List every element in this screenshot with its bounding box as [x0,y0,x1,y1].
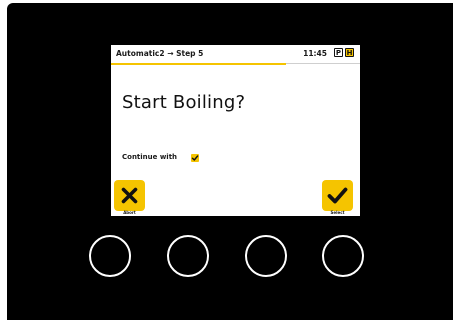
clock: 11:45 [303,49,327,58]
dialog-question: Start Boiling? [122,92,246,113]
close-icon [121,187,138,204]
hardware-button-1[interactable] [89,235,131,277]
select-label: Select [330,210,345,215]
mode-p-badge: P [334,48,343,57]
display-screen: Automatic2 → Step 5 11:45 P H Start Boil… [111,45,360,216]
hardware-button-2[interactable] [167,235,209,277]
breadcrumb: Automatic2 → Step 5 [116,49,204,58]
continue-checkbox[interactable] [191,154,199,162]
check-icon [327,187,348,204]
hardware-button-3[interactable] [245,235,287,277]
continue-option-label: Continue with [122,153,178,161]
abort-label: Abort [123,210,136,215]
select-button[interactable] [322,180,353,211]
abort-button[interactable] [114,180,145,211]
hardware-button-4[interactable] [322,235,364,277]
status-bar: Automatic2 → Step 5 11:45 P H [111,45,360,65]
status-accent-line [111,63,286,65]
checkbox-check-icon [191,155,199,161]
mode-h-badge: H [345,48,354,57]
